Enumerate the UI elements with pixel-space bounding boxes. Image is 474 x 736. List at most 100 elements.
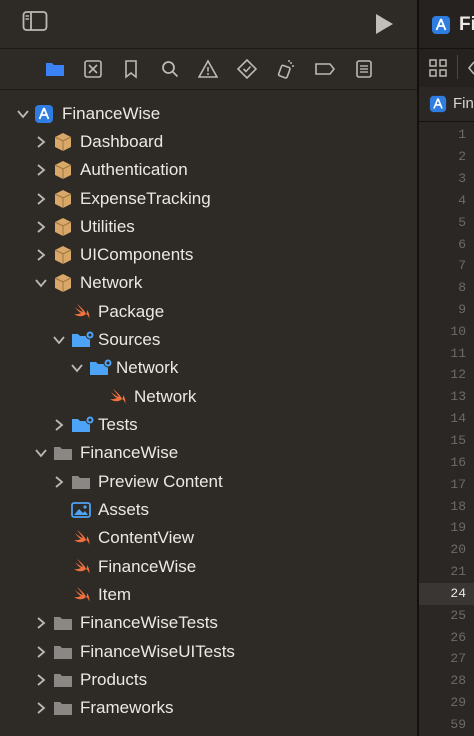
tree-label: Products — [80, 670, 148, 689]
chevron-right-icon[interactable] — [34, 163, 48, 177]
tree-label: Frameworks — [80, 698, 174, 717]
tree-row-folder[interactable]: Frameworks — [0, 694, 417, 722]
breakpoint-icon[interactable] — [314, 59, 336, 79]
line-number: 1 — [458, 127, 466, 142]
line-number: 25 — [450, 608, 466, 623]
tree-row-file[interactable]: ContentView — [0, 524, 417, 552]
folder-icon — [53, 642, 73, 662]
line-number: 9 — [458, 302, 466, 317]
xcode-project-icon — [431, 15, 451, 40]
chevron-down-icon[interactable] — [16, 107, 30, 121]
tree-row-folder[interactable]: Sources — [0, 326, 417, 354]
line-number: 13 — [450, 389, 466, 404]
package-icon — [53, 189, 73, 209]
tree-label: Network — [80, 273, 143, 292]
line-number: 4 — [458, 193, 466, 208]
line-number: 26 — [450, 630, 466, 645]
line-number: 7 — [458, 258, 466, 273]
tree-row-package[interactable]: Dashboard — [0, 128, 417, 156]
tree-label: Network — [116, 358, 179, 377]
editor-jump-bar — [419, 48, 474, 88]
chevron-down-icon[interactable] — [34, 446, 48, 460]
chevron-down-icon[interactable] — [70, 361, 84, 375]
report-icon[interactable] — [354, 59, 374, 79]
chevron-right-icon[interactable] — [34, 192, 48, 206]
tree-label: FinanceWiseUITests — [80, 642, 235, 661]
chevron-right-icon[interactable] — [34, 248, 48, 262]
line-number: 2 — [458, 149, 466, 164]
editor-tab-title[interactable]: Fi — [459, 14, 474, 36]
folder-icon — [53, 443, 73, 463]
swift-icon — [108, 387, 128, 407]
chevron-right-icon[interactable] — [34, 645, 48, 659]
folder-icon[interactable] — [45, 59, 65, 79]
chevron-right-icon[interactable] — [34, 701, 48, 715]
line-number: 15 — [450, 433, 466, 448]
debug-spray-icon[interactable] — [276, 59, 296, 79]
line-number: 10 — [450, 324, 466, 339]
tree-row-folder[interactable]: FinanceWise — [0, 439, 417, 467]
tree-label: Preview Content — [98, 472, 223, 491]
line-number-gutter: 1 2 3 4 5 6 7 8 9 10 11 12 13 14 15 16 1… — [419, 122, 474, 736]
tree-row-package[interactable]: Utilities — [0, 213, 417, 241]
warning-icon[interactable] — [197, 59, 219, 79]
folder-gear-icon — [71, 330, 95, 350]
chevron-down-icon[interactable] — [52, 333, 66, 347]
line-number: 6 — [458, 237, 466, 252]
tree-label: FinanceWiseTests — [80, 613, 218, 632]
line-number: 17 — [450, 477, 466, 492]
grid-icon[interactable] — [429, 59, 447, 82]
navigator-sidebar: FinanceWise Dashboard Authentication Exp… — [0, 0, 417, 736]
tree-row-root[interactable]: FinanceWise — [0, 100, 417, 128]
navigator-tab-bar — [0, 48, 417, 90]
tree-row-file[interactable]: Assets — [0, 496, 417, 524]
chevron-down-icon[interactable] — [34, 276, 48, 290]
tree-row-package[interactable]: UIComponents — [0, 241, 417, 269]
bookmark-icon[interactable] — [121, 59, 141, 79]
tree-row-file[interactable]: Package — [0, 298, 417, 326]
sidebar-toggle-icon[interactable] — [22, 10, 48, 37]
tree-label: Tests — [98, 415, 138, 434]
tree-label: ExpenseTracking — [80, 189, 211, 208]
chevron-right-icon[interactable] — [52, 418, 66, 432]
tree-row-file[interactable]: Item — [0, 581, 417, 609]
test-diamond-icon[interactable] — [236, 58, 258, 80]
search-icon[interactable] — [160, 59, 180, 79]
source-control-icon[interactable] — [83, 59, 103, 79]
line-number: 12 — [450, 367, 466, 382]
tree-row-folder[interactable]: Tests — [0, 411, 417, 439]
line-number: 21 — [450, 564, 466, 579]
play-icon[interactable] — [374, 13, 394, 40]
chevron-left-icon[interactable] — [467, 61, 474, 80]
tree-row-folder[interactable]: Network — [0, 354, 417, 382]
chevron-right-icon[interactable] — [52, 475, 66, 489]
tree-label: Utilities — [80, 217, 135, 236]
tree-row-folder[interactable]: Preview Content — [0, 468, 417, 496]
tree-row-folder[interactable]: Products — [0, 666, 417, 694]
chevron-right-icon[interactable] — [34, 616, 48, 630]
swift-icon — [72, 528, 92, 548]
line-number: 59 — [450, 717, 466, 732]
tree-row-folder[interactable]: FinanceWiseTests — [0, 609, 417, 637]
tree-row-folder[interactable]: FinanceWiseUITests — [0, 638, 417, 666]
chevron-right-icon[interactable] — [34, 220, 48, 234]
tree-label: Sources — [98, 330, 161, 349]
tree-label: Assets — [98, 500, 150, 519]
chevron-right-icon[interactable] — [34, 673, 48, 687]
tree-label: Dashboard — [80, 132, 164, 151]
tree-label: UIComponents — [80, 245, 194, 264]
line-number: 3 — [458, 171, 466, 186]
tree-row-package[interactable]: Authentication — [0, 156, 417, 184]
tree-row-package[interactable]: Network — [0, 269, 417, 297]
folder-icon — [53, 613, 73, 633]
editor-pane: Fi Fin 1 2 3 4 5 6 7 8 9 10 11 12 13 14 … — [419, 0, 474, 736]
tree-row-package[interactable]: ExpenseTracking — [0, 185, 417, 213]
breadcrumb[interactable]: Fin — [453, 95, 474, 112]
tree-row-file[interactable]: Network — [0, 383, 417, 411]
chevron-right-icon[interactable] — [34, 135, 48, 149]
tree-row-file[interactable]: FinanceWise — [0, 553, 417, 581]
line-number: 28 — [450, 673, 466, 688]
folder-icon — [71, 472, 91, 492]
line-number-current: 24 — [450, 586, 466, 601]
line-number: 14 — [450, 411, 466, 426]
